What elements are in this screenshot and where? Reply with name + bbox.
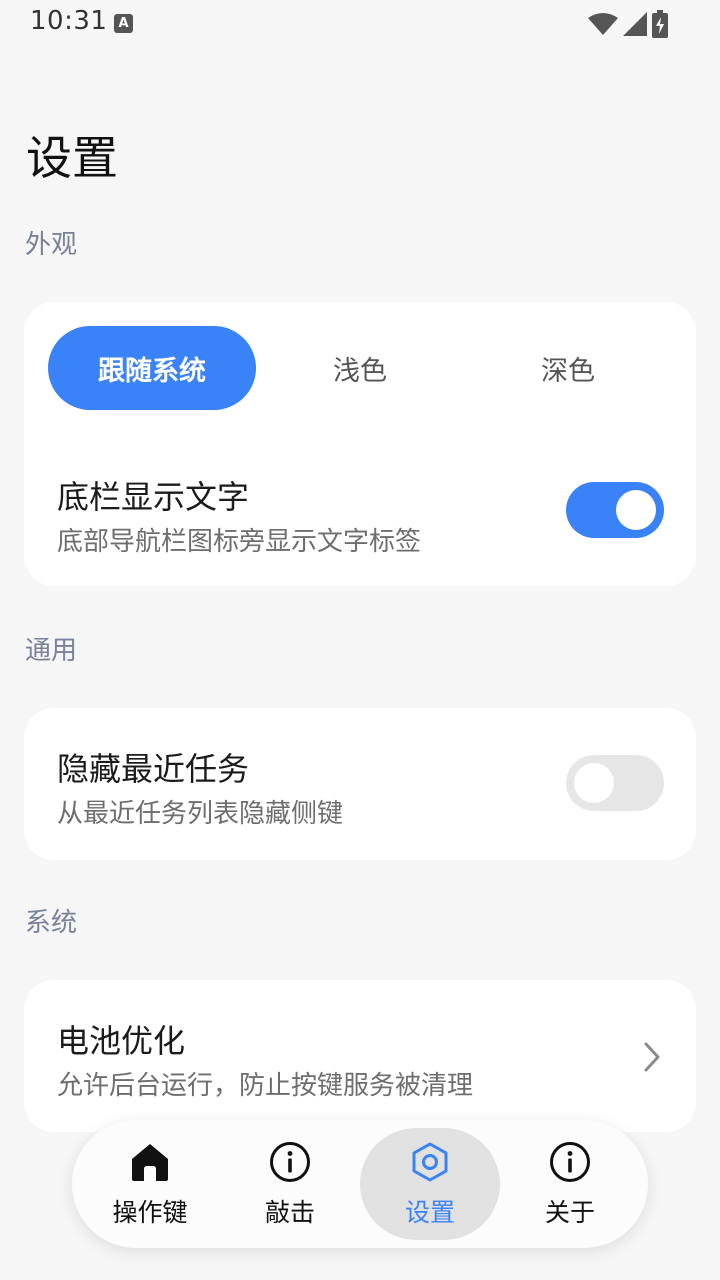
toggle-knob: [616, 490, 656, 530]
bottom-navigation: 操作键 敲击 设置 关于: [72, 1120, 648, 1248]
hide-recents-subtitle: 从最近任务列表隐藏侧键: [57, 799, 344, 829]
battery-charging-icon: [652, 10, 668, 38]
hide-recents-title: 隐藏最近任务: [57, 750, 250, 788]
home-icon: [127, 1139, 173, 1185]
nav-tab-knock[interactable]: 敲击: [220, 1128, 360, 1240]
bottom-text-title: 底栏显示文字: [57, 478, 250, 516]
nav-label: 关于: [544, 1198, 595, 1227]
bottom-text-toggle[interactable]: [566, 482, 664, 538]
chevron-right-icon: [644, 1042, 660, 1072]
nav-tab-action-keys[interactable]: 操作键: [80, 1128, 220, 1240]
nav-label: 敲击: [264, 1198, 315, 1227]
toggle-knob: [574, 763, 614, 803]
settings-screen: 10:31 A 设置 外观 跟随系统 浅色 深色 底栏显示文字 底部导航栏图标旁…: [0, 0, 720, 1280]
hide-recents-toggle[interactable]: [566, 755, 664, 811]
settings-hexagon-icon: [407, 1139, 453, 1185]
wifi-icon: [588, 13, 618, 35]
theme-option-follow-system[interactable]: 跟随系统: [48, 326, 256, 410]
nav-tab-settings[interactable]: 设置: [360, 1128, 500, 1240]
battery-optimization-row[interactable]: 电池优化 允许后台运行，防止按键服务被清理: [24, 980, 696, 1132]
theme-option-light[interactable]: 浅色: [256, 326, 464, 410]
general-card: 隐藏最近任务 从最近任务列表隐藏侧键: [24, 708, 696, 860]
theme-option-dark[interactable]: 深色: [464, 326, 672, 410]
section-label-appearance: 外观: [25, 230, 78, 260]
status-time: 10:31: [30, 6, 108, 36]
appearance-card: 跟随系统 浅色 深色 底栏显示文字 底部导航栏图标旁显示文字标签: [24, 302, 696, 586]
cellular-signal-icon: [623, 12, 647, 36]
nav-tab-about[interactable]: 关于: [500, 1128, 640, 1240]
battery-title: 电池优化: [57, 1022, 186, 1060]
info-icon: [547, 1139, 593, 1185]
notification-badge: A: [114, 14, 133, 33]
info-icon: [267, 1139, 313, 1185]
section-label-general: 通用: [25, 636, 78, 666]
nav-label: 操作键: [112, 1198, 188, 1227]
battery-subtitle: 允许后台运行，防止按键服务被清理: [57, 1071, 474, 1101]
status-icons: [588, 10, 668, 38]
status-bar: 10:31 A: [0, 0, 720, 48]
nav-label: 设置: [404, 1198, 455, 1227]
page-title: 设置: [26, 131, 118, 185]
theme-segmented-control: 跟随系统 浅色 深色: [48, 326, 672, 410]
section-label-system: 系统: [25, 908, 78, 938]
bottom-text-subtitle: 底部导航栏图标旁显示文字标签: [57, 527, 422, 557]
